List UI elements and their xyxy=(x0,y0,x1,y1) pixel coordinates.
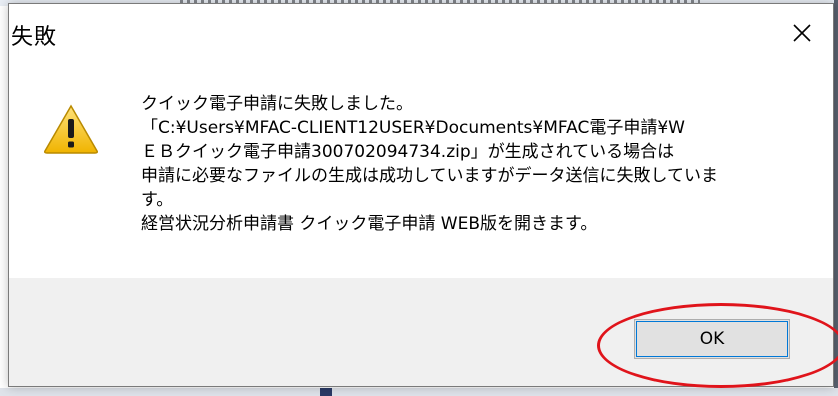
dialog-titlebar: 失敗 xyxy=(9,4,833,64)
message-line: 経営状況分析申請書 クイック電子申請 WEB版を開きます。 xyxy=(141,214,598,234)
message-line: す。 xyxy=(141,190,174,210)
screen: 失敗 クイック電子申請に失敗しました。 「C:¥Users¥MFAC-CLIEN… xyxy=(0,0,838,396)
dialog-content: クイック電子申請に失敗しました。 「C:¥Users¥MFAC-CLIENT12… xyxy=(9,64,833,278)
message-line: クイック電子申請に失敗しました。 xyxy=(141,94,413,114)
background-app-fragment xyxy=(320,388,332,396)
background-app-edge-right xyxy=(834,0,838,396)
message-line: 「C:¥Users¥MFAC-CLIENT12USER¥Documents¥MF… xyxy=(141,118,685,138)
close-button[interactable] xyxy=(771,4,833,62)
dialog-message: クイック電子申請に失敗しました。 「C:¥Users¥MFAC-CLIENT12… xyxy=(141,92,791,236)
ok-button[interactable]: OK xyxy=(634,319,790,359)
dialog-title: 失敗 xyxy=(11,25,58,50)
background-app-edge-bottom xyxy=(0,388,838,396)
message-line: 申請に必要なファイルの生成は成功していますがデータ送信に失敗していま xyxy=(141,166,718,186)
dialog-footer: OK xyxy=(9,278,833,386)
warning-triangle-icon xyxy=(44,104,98,154)
close-icon xyxy=(793,24,811,42)
message-line: ＥＢクイック電子申請300702094734.zip」が生成されている場合は xyxy=(141,142,675,162)
error-dialog: 失敗 クイック電子申請に失敗しました。 「C:¥Users¥MFAC-CLIEN… xyxy=(8,3,834,387)
